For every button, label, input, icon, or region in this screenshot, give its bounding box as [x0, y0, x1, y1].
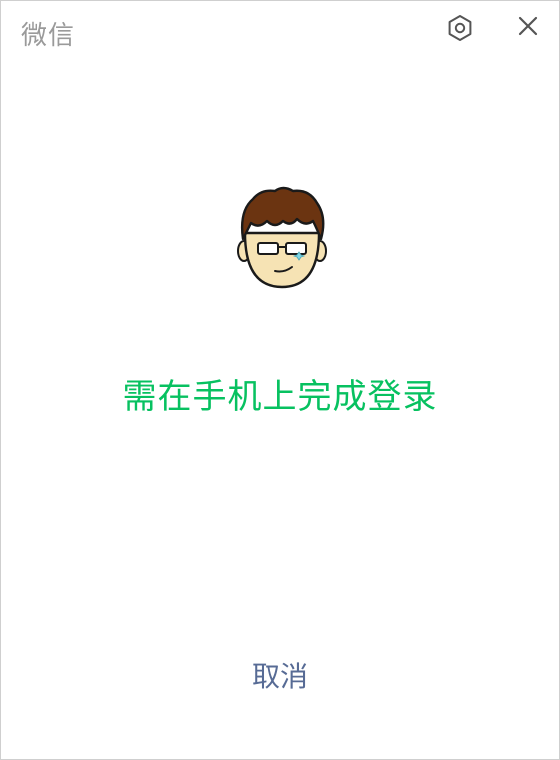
- settings-hexagon-icon: [448, 15, 472, 41]
- wechat-login-window: 微信 需在手机上完成登录 取消: [0, 0, 560, 760]
- cartoon-avatar-icon: [237, 186, 327, 289]
- cancel-button[interactable]: 取消: [230, 655, 330, 699]
- app-title: 微信: [21, 21, 76, 51]
- settings-button[interactable]: [445, 13, 475, 43]
- close-icon: [518, 16, 538, 36]
- login-status-message: 需在手机上完成登录: [122, 377, 438, 417]
- close-button[interactable]: [513, 11, 543, 41]
- user-avatar: [237, 181, 327, 293]
